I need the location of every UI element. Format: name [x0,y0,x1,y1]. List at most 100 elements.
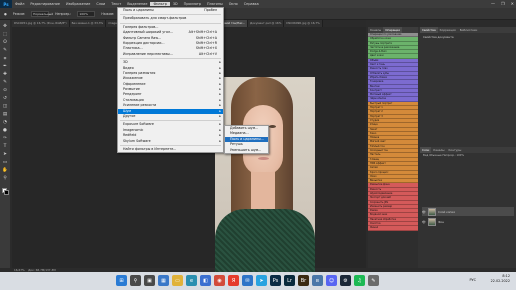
store-icon[interactable]: ◧ [200,275,211,286]
lasso-tool-icon[interactable]: ʘ [2,40,8,45]
quick-select-icon[interactable]: ✎ [2,48,8,53]
menu-item-label: Другое [123,114,136,119]
neck [251,172,275,212]
noise-submenu: Добавить шум... Медиана... Пыль и царапины… [224,125,269,154]
stamp-tool-icon[interactable]: ⊙ [2,88,8,93]
filter-menu-item[interactable]: Skylum Software ▸ [118,139,223,144]
type-tool-icon[interactable]: T [2,144,8,149]
zoom-tool-icon[interactable]: ⚲ [2,176,8,181]
menu-separator [120,120,221,122]
vk-icon[interactable]: в [312,275,323,286]
menu-10[interactable]: Плагины [204,2,226,6]
doc-tab[interactable]: DSC0051.jpg @ 16,7% (Фон, RGB/8*) [12,20,70,27]
visibility-eye-icon[interactable]: 👁 [422,210,426,214]
filter-menu-item[interactable]: Исправление перспективы... Alt+Ctrl+V [118,52,223,57]
telegram-icon[interactable]: ➤ [256,275,267,286]
pen-tool-icon[interactable]: ✑ [2,136,8,141]
menu-9[interactable]: Просмотр [181,2,204,6]
blur-tool-icon[interactable]: ◔ [2,120,8,125]
menu-6[interactable]: Выделение [124,2,150,6]
layers-panel: Слои Каналы Контуры Вид Обычные Непрозр.: … [420,147,516,268]
doc-tab[interactable]: DSC06990.jpg @ 16,7% [284,20,323,27]
chrome-icon[interactable]: ◉ [214,275,225,286]
visibility-eye-icon[interactable]: 👁 [422,220,426,224]
menu-1[interactable]: Файл [12,2,27,6]
brush-preset-icon[interactable]: ● [4,12,7,16]
yandex-icon[interactable]: Я [228,275,239,286]
widgets-icon[interactable]: ▦ [158,275,169,286]
history-brush-icon[interactable]: ↺ [2,96,8,101]
right-panels: Каналы Операции Операции по умолчанию Обра… [368,27,516,268]
noise-menu-item[interactable]: Уменьшить шум... [225,148,268,153]
menu-12[interactable]: Справка [241,2,262,6]
search-icon[interactable]: ⚲ [130,275,141,286]
brush-tool-icon[interactable]: ✎ [2,80,8,85]
menu-4[interactable]: Слои [93,2,108,6]
filter-menu-item[interactable]: Найти фильтры в Интернете... [118,147,223,152]
steam-icon[interactable]: ⚙ [340,275,351,286]
mail-icon[interactable]: ✉ [242,275,253,286]
opacity-input[interactable]: 100% [77,10,96,17]
path-select-icon[interactable]: ➤ [2,152,8,157]
tab-properties_panel[interactable]: Свойства [420,27,438,33]
marquee-tool-icon[interactable]: ⬚ [2,32,8,37]
dodge-tool-icon[interactable]: ● [2,128,8,133]
task-view-icon[interactable]: ▣ [144,275,155,286]
menu-item-label: Преобразовать для смарт-фильтров [123,16,187,21]
menu-item-label: Галерея размытия [123,70,156,75]
filter-menu-item[interactable]: Преобразовать для смарт-фильтров [118,16,223,21]
photoshop-icon[interactable]: Ps [270,275,281,286]
action-item[interactable]: Финал [368,226,418,231]
discord-icon[interactable]: ☺ [326,275,337,286]
layer-row[interactable]: 👁 Фон [422,217,514,226]
start-icon[interactable]: ⊞ [116,275,127,286]
minimize-icon[interactable]: — [491,1,495,6]
menu-separator [120,144,221,146]
move-tool-icon[interactable]: ✥ [2,24,8,29]
filter-menu-item[interactable]: Пыль и царапины Пробел [118,8,223,13]
menu-item-label: 3D [123,60,128,65]
language-indicator[interactable]: РУС [470,278,476,282]
layer-row[interactable]: 👁 Слой копия [422,207,514,216]
tab-properties_panel[interactable]: Библиотеки [458,27,480,33]
maximize-icon[interactable]: ❐ [501,1,505,6]
shape-tool-icon[interactable]: ▭ [2,160,8,165]
layer-thumbnail [428,207,436,216]
gradient-icon[interactable]: ▤ [2,112,8,117]
menu-item-label: Пластика... [123,46,143,51]
eraser-icon[interactable]: ◫ [2,104,8,109]
portrait-photo[interactable] [215,77,315,290]
notes-icon[interactable]: ✎ [368,275,379,286]
crop-tool-icon[interactable]: ⌗ [2,56,8,62]
eyedropper-icon[interactable]: ✒ [2,64,8,69]
menu-separator [120,14,221,16]
hand-tool-icon[interactable]: ✋ [2,168,8,173]
menu-item-label: Стилизация [123,97,144,102]
menu-2[interactable]: Редактирование [27,2,63,6]
doc-tab[interactable]: Без имени-1 @ 33,3% [69,20,107,27]
layers-controls[interactable]: Вид Обычные Непрозр.: 100% [420,153,516,158]
edge-icon[interactable]: e [186,275,197,286]
mode-select[interactable]: Нормальный [31,10,53,17]
menu-item-shortcut: Пробел [204,8,217,12]
close-icon[interactable]: ✕ [511,1,514,6]
menu-5[interactable]: Текст [108,2,124,6]
menu-7[interactable]: Фильтр [150,2,170,6]
menu-8[interactable]: 3D [170,2,181,6]
explorer-icon[interactable]: ▭ [172,275,183,286]
spotify-icon[interactable]: ♫ [354,275,365,286]
color-swatches[interactable] [1,188,9,195]
lightroom-icon[interactable]: Lr [284,275,295,286]
menu-item-label: Оформление [123,81,146,86]
doc-tab[interactable]: Документ.psd @ 16% [248,20,285,27]
menu-11[interactable]: Окно [226,2,241,6]
menu-item-label: Exposure Software [123,122,154,127]
menu-item-label: Фильтр Camera Raw... [123,35,161,40]
healing-brush-icon[interactable]: ✚ [2,72,8,77]
bridge-icon[interactable]: Br [298,275,309,286]
background-color[interactable] [3,190,9,195]
tab-properties_panel[interactable]: Коррекция [438,27,458,33]
clock[interactable]: 8:12 22.02.2022 [491,274,510,284]
menu-3[interactable]: Изображение [63,2,93,6]
filter-menu-item[interactable]: Другое ▸ [118,114,223,119]
